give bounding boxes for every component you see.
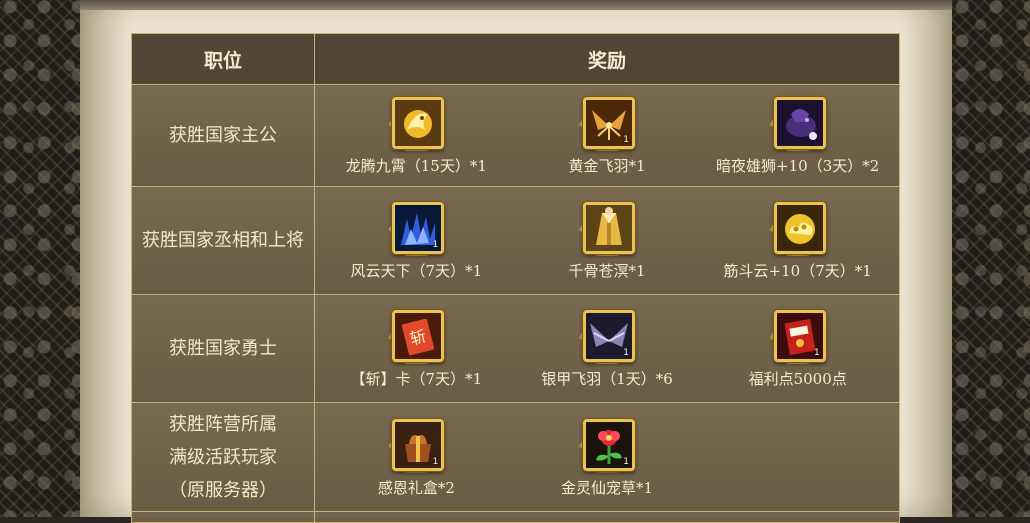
position-label: （原服务器） — [169, 479, 277, 501]
item-art — [776, 205, 823, 251]
left-dragon-border — [0, 0, 80, 517]
item-icon-frame — [392, 97, 445, 149]
item-icon-frame: 1 — [392, 202, 445, 254]
table-row: 获胜国家主公 龙腾九霄（15天）*1 1 黄金飞羽*1 暗夜雄狮+10（3天）*2 — [131, 84, 900, 187]
reward-item-name: 龙腾九霄（15天）*1 — [345, 157, 487, 175]
position-label: 获胜国家勇士 — [169, 338, 277, 359]
reward-item[interactable]: 斩【斩】卡（7天）*1 — [321, 308, 512, 389]
reward-item-list: 斩【斩】卡（7天）*1 1 银甲飞羽（1天）*6 1 福利点5000点 — [315, 308, 899, 389]
table-header-row: 职位 奖励 — [131, 33, 900, 85]
silver-wings-icon[interactable]: 1 — [579, 308, 635, 364]
item-icon-frame: 1 — [773, 310, 826, 362]
reward-item[interactable]: 龙腾九霄（15天）*1 — [321, 95, 512, 176]
item-art — [395, 100, 442, 146]
reward-item-list: 龙腾九霄（15天）*1 1 黄金飞羽*1 暗夜雄狮+10（3天）*2 — [315, 95, 899, 176]
table-row: 获胜国家勇士 斩【斩】卡（7天）*1 1 银甲飞羽（1天）*6 1 福利点5000点 — [131, 294, 900, 403]
item-icon-frame: 1 — [583, 97, 635, 149]
item-icon-frame: 1 — [392, 418, 445, 471]
position-label: 满级活跃玩家 — [169, 446, 277, 468]
reward-item-name: 福利点5000点 — [748, 370, 847, 388]
reward-item-name: 银甲飞羽（1天）*6 — [541, 370, 673, 388]
reward-item-name: 【斩】卡（7天）*1 — [350, 370, 483, 388]
reward-item[interactable]: 1 金灵仙宠草*1 — [512, 417, 703, 498]
reward-item[interactable]: 筋斗云+10（7天）*1 — [702, 200, 893, 281]
position-column-header: 职位 — [131, 33, 315, 85]
reward-item[interactable]: 1 感恩礼盒*2 — [321, 417, 512, 498]
reward-item-list: 1 感恩礼盒*2 1 金灵仙宠草*1 — [315, 417, 899, 498]
item-icon-frame — [773, 97, 826, 149]
gift-box-icon[interactable]: 1 — [388, 417, 445, 473]
blue-storm-aura-icon[interactable]: 1 — [388, 200, 445, 256]
item-quantity: 1 — [623, 135, 629, 145]
position-cell: 获胜阵营所属 满级活跃玩家 （原服务器） — [131, 402, 315, 512]
right-dragon-border — [952, 0, 1030, 517]
item-icon-frame — [583, 202, 635, 254]
reward-cell: 斩【斩】卡（7天）*1 1 银甲飞羽（1天）*6 1 福利点5000点 — [314, 294, 900, 403]
position-label: 获胜阵营所属 — [169, 413, 277, 435]
reward-item-name: 暗夜雄狮+10（3天）*2 — [716, 157, 880, 175]
reward-item[interactable]: 1 黄金飞羽*1 — [512, 95, 703, 176]
item-quantity: 1 — [813, 348, 820, 358]
slash-card-icon[interactable]: 斩 — [388, 308, 445, 364]
reward-item-name: 千骨苍溟*1 — [568, 262, 646, 280]
reward-item[interactable]: 1 风云天下（7天）*1 — [321, 200, 512, 281]
dark-lion-mount-icon[interactable] — [769, 95, 826, 151]
golden-cloud-mount-icon[interactable] — [769, 200, 826, 256]
golden-dragon-icon[interactable] — [388, 95, 445, 151]
reward-item[interactable]: 1 福利点5000点 — [702, 308, 893, 389]
item-icon-frame: 斩 — [392, 310, 445, 362]
reward-item-name: 筋斗云+10（7天）*1 — [723, 262, 872, 280]
reward-item-name: 风云天下（7天）*1 — [350, 262, 483, 280]
item-icon-frame: 1 — [583, 310, 635, 362]
table-row-partial — [131, 511, 900, 523]
reward-item[interactable]: 暗夜雄狮+10（3天）*2 — [702, 95, 893, 176]
item-quantity: 1 — [432, 240, 439, 250]
item-art — [586, 205, 632, 251]
position-cell: 获胜国家主公 — [131, 84, 315, 187]
reward-item-name: 黄金飞羽*1 — [568, 157, 646, 175]
item-art: 斩 — [395, 313, 442, 359]
item-icon-frame — [773, 202, 826, 254]
position-cell — [131, 511, 315, 523]
reward-item[interactable]: 千骨苍溟*1 — [512, 200, 703, 281]
position-cell: 获胜国家丞相和上将 — [131, 186, 315, 295]
position-label: 获胜国家丞相和上将 — [142, 230, 304, 251]
reward-item-name: 感恩礼盒*2 — [377, 478, 455, 497]
table-row: 获胜国家丞相和上将 1 风云天下（7天）*1 千骨苍溟*1 筋斗云+10（7天）*1 — [131, 186, 900, 295]
position-label: 获胜国家主公 — [169, 125, 277, 146]
red-flower-herb-icon[interactable]: 1 — [579, 417, 635, 473]
welfare-points-envelope-icon[interactable]: 1 — [769, 308, 826, 364]
golden-robe-costume-icon[interactable] — [579, 200, 635, 256]
reward-cell — [314, 511, 900, 523]
reward-item-name: 金灵仙宠草*1 — [560, 478, 654, 497]
table-row: 获胜阵营所属 满级活跃玩家 （原服务器） 1 感恩礼盒*2 1 金灵仙宠草*1 — [131, 402, 900, 512]
reward-item[interactable]: 1 银甲飞羽（1天）*6 — [512, 308, 703, 389]
golden-feather-wings-icon[interactable]: 1 — [579, 95, 635, 151]
rewards-table: 职位 奖励 获胜国家主公 龙腾九霄（15天）*1 1 黄金飞羽*1 暗夜雄狮+10（3天… — [131, 33, 900, 523]
item-icon-frame: 1 — [583, 418, 635, 471]
item-quantity: 1 — [623, 348, 629, 358]
item-quantity: 1 — [432, 456, 439, 467]
reward-cell: 1 风云天下（7天）*1 千骨苍溟*1 筋斗云+10（7天）*1 — [314, 186, 900, 295]
item-quantity: 1 — [623, 456, 629, 467]
reward-cell: 1 感恩礼盒*2 1 金灵仙宠草*1 — [314, 402, 900, 512]
position-cell: 获胜国家勇士 — [131, 294, 315, 403]
item-art — [776, 100, 823, 146]
reward-column-header: 奖励 — [314, 33, 900, 85]
reward-cell: 龙腾九霄（15天）*1 1 黄金飞羽*1 暗夜雄狮+10（3天）*2 — [314, 84, 900, 187]
reward-item-list: 1 风云天下（7天）*1 千骨苍溟*1 筋斗云+10（7天）*1 — [315, 200, 899, 281]
